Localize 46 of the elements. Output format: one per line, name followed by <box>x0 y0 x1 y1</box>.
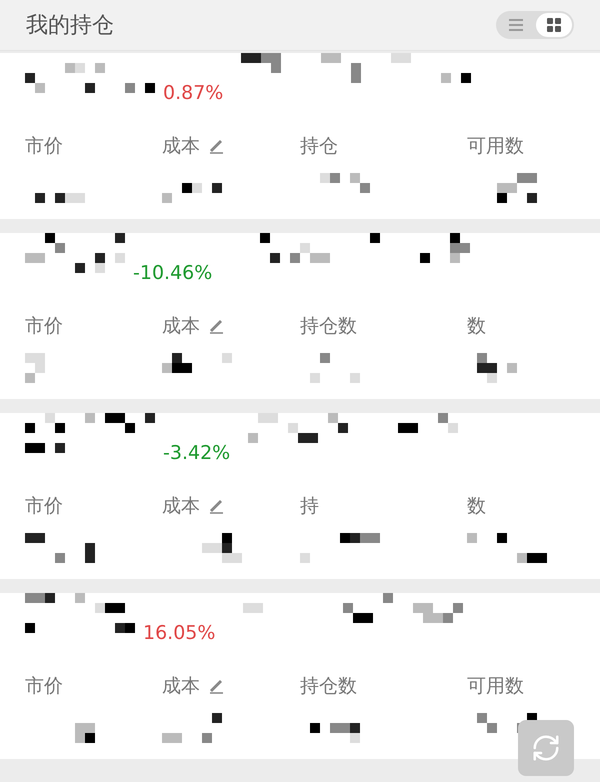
pencil-icon[interactable] <box>208 678 224 694</box>
field-label: 成本 <box>162 674 200 699</box>
position-card[interactable]: 0.87% 市价 成本 持仓 可用数 <box>0 53 600 219</box>
field-label: 成本 <box>162 134 200 159</box>
change-percent: 0.87% <box>163 82 224 104</box>
field-label: 市价 <box>25 674 63 699</box>
position-card[interactable]: -10.46% 市价 成本 持仓数 数 <box>0 233 600 399</box>
mosaic-drawing <box>162 713 222 743</box>
mosaic-drawing <box>310 353 360 383</box>
field-label: 市价 <box>25 314 63 339</box>
position-card[interactable]: 16.05% 市价 成本 持仓数 可用数 <box>0 593 600 759</box>
field-label: 数 <box>467 494 486 519</box>
change-percent: -3.42% <box>163 442 230 464</box>
pencil-icon[interactable] <box>208 498 224 514</box>
mosaic-drawing <box>320 173 370 193</box>
field-label: 成本 <box>162 494 200 519</box>
field-label: 数 <box>467 314 486 339</box>
mosaic-drawing <box>35 193 85 203</box>
field-label: 市价 <box>25 134 63 159</box>
mosaic-drawing <box>497 173 537 203</box>
mosaic-drawing <box>162 183 222 203</box>
field-label: 成本 <box>162 314 200 339</box>
field-label: 持 <box>300 494 319 519</box>
mosaic-drawing <box>202 533 242 563</box>
mosaic-drawing <box>25 353 45 383</box>
field-label: 市价 <box>25 494 63 519</box>
field-label: 持仓数 <box>300 674 357 699</box>
mosaic-drawing <box>477 353 517 383</box>
mosaic-drawing <box>310 723 360 743</box>
mosaic-drawing <box>162 353 232 373</box>
mosaic-drawing <box>25 533 95 563</box>
refresh-icon <box>531 733 561 763</box>
position-card[interactable]: -3.42% 市价 成本 持 数 <box>0 413 600 579</box>
field-label: 可用数 <box>467 134 524 159</box>
pencil-icon[interactable] <box>208 318 224 334</box>
change-percent: -10.46% <box>133 262 212 284</box>
view-toggle-button[interactable] <box>536 13 572 37</box>
grid-icon <box>547 18 561 32</box>
list-icon <box>509 19 523 31</box>
page-title: 我的持仓 <box>26 12 114 40</box>
pencil-icon[interactable] <box>208 138 224 154</box>
field-label: 持仓数 <box>300 314 357 339</box>
mosaic-drawing <box>75 723 95 743</box>
field-label: 可用数 <box>467 674 524 699</box>
field-label: 持仓 <box>300 134 338 159</box>
change-percent: 16.05% <box>143 622 216 644</box>
